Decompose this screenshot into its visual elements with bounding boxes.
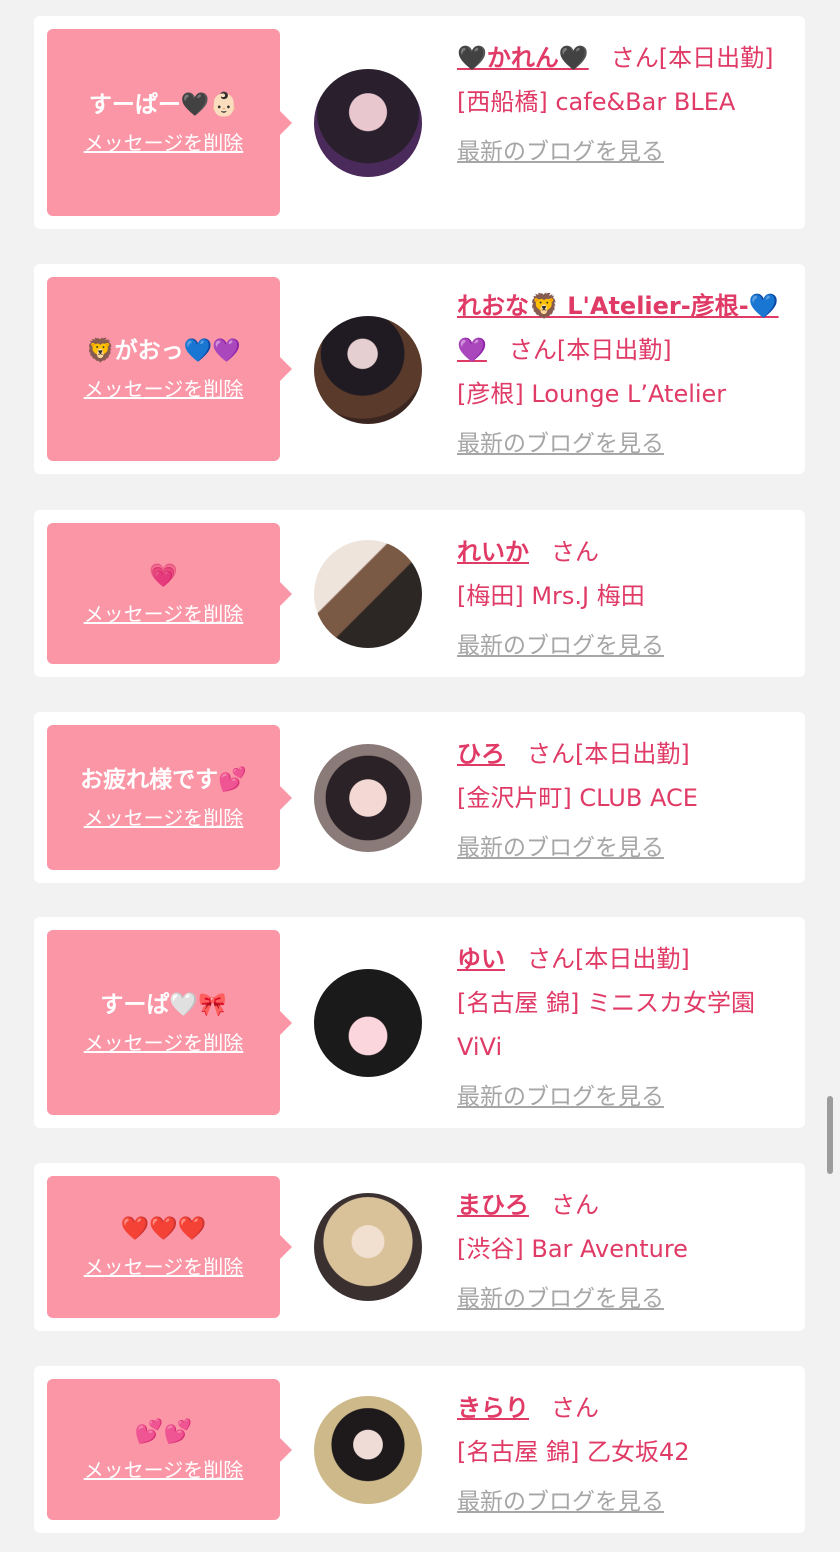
message-bubble: 🦁がおっ💙💜 メッセージを削除	[47, 277, 292, 461]
profile-name-link[interactable]: ひろ	[457, 740, 505, 768]
delete-message-link[interactable]: メッセージを削除	[84, 376, 244, 402]
avatar[interactable]	[314, 1396, 422, 1504]
profile-info: れおな🦁 L'Atelier-彦根-💙💜 さん[本日出勤] [彦根] Lounge…	[457, 284, 791, 465]
shop-name: [名古屋 錦] 乙女坂42	[457, 1438, 690, 1466]
latest-blog-link[interactable]: 最新のブログを見る	[457, 1484, 664, 1520]
profile-info: ひろ さん[本日出勤] [金沢片町] CLUB ACE 最新のブログを見る	[457, 732, 791, 869]
delete-message-link[interactable]: メッセージを削除	[84, 805, 244, 831]
avatar[interactable]	[314, 744, 422, 852]
avatar[interactable]	[314, 540, 422, 648]
list-item: 💗 メッセージを削除 れいか さん [梅田] Mrs.J 梅田 最新のブログを見る	[34, 510, 805, 677]
status-badge: [本日出勤]	[575, 945, 690, 973]
message-bubble: 💗 メッセージを削除	[47, 523, 292, 664]
message-text: お疲れ様です💕	[80, 766, 247, 793]
shop-name: [渋谷] Bar Aventure	[457, 1235, 688, 1263]
avatar[interactable]	[314, 316, 422, 424]
latest-blog-link[interactable]: 最新のブログを見る	[457, 628, 664, 664]
profile-info: まひろ さん [渋谷] Bar Aventure 最新のブログを見る	[457, 1183, 791, 1320]
message-text: すーぱ🤍🎀	[100, 991, 227, 1018]
status-badge: [本日出勤]	[658, 44, 774, 72]
profile-info: 🖤かれん🖤 さん[本日出勤] [西船橋] cafe&Bar BLEA 最新のブログ…	[457, 36, 791, 173]
profile-name-link[interactable]: まひろ	[457, 1191, 529, 1219]
profile-info: ゆい さん[本日出勤] [名古屋 錦] ミニスカ女学園ViVi 最新のブログを見る	[457, 937, 791, 1118]
shop-name: [西船橋] cafe&Bar BLEA	[457, 88, 736, 116]
latest-blog-link[interactable]: 最新のブログを見る	[457, 830, 664, 866]
delete-message-link[interactable]: メッセージを削除	[84, 1254, 244, 1280]
message-bubble: 💕💕 メッセージを削除	[47, 1379, 292, 1520]
avatar[interactable]	[314, 969, 422, 1077]
profile-name-link[interactable]: ゆい	[457, 945, 505, 973]
profile-name-link[interactable]: れいか	[457, 538, 529, 566]
shop-name: [金沢片町] CLUB ACE	[457, 784, 698, 812]
scrollbar[interactable]	[827, 1096, 833, 1174]
latest-blog-link[interactable]: 最新のブログを見る	[457, 134, 664, 170]
shop-name: [名古屋 錦] ミニスカ女学園ViVi	[457, 989, 755, 1061]
message-text: すーぱー🖤👶🏻	[88, 91, 239, 118]
list-item: お疲れ様です💕 メッセージを削除 ひろ さん[本日出勤] [金沢片町] CLUB …	[34, 712, 805, 883]
list-item: すーぱー🖤👶🏻 メッセージを削除 🖤かれん🖤 さん[本日出勤] [西船橋] caf…	[34, 16, 805, 229]
shop-name: [梅田] Mrs.J 梅田	[457, 582, 645, 610]
latest-blog-link[interactable]: 最新のブログを見る	[457, 1079, 664, 1115]
profile-info: れいか さん [梅田] Mrs.J 梅田 最新のブログを見る	[457, 530, 791, 667]
honorific: さん	[527, 740, 575, 768]
profile-name-link[interactable]: 🖤かれん🖤	[457, 44, 589, 72]
latest-blog-link[interactable]: 最新のブログを見る	[457, 426, 664, 462]
avatar[interactable]	[314, 1193, 422, 1301]
honorific: さん	[527, 945, 575, 973]
list-item: すーぱ🤍🎀 メッセージを削除 ゆい さん[本日出勤] [名古屋 錦] ミニスカ女学…	[34, 917, 805, 1128]
delete-message-link[interactable]: メッセージを削除	[84, 130, 244, 156]
profile-name-link[interactable]: きらり	[457, 1394, 529, 1422]
message-text: 🦁がおっ💙💜	[86, 338, 241, 364]
delete-message-link[interactable]: メッセージを削除	[84, 1457, 244, 1483]
list-item: 💕💕 メッセージを削除 きらり さん [名古屋 錦] 乙女坂42 最新のブログを見…	[34, 1366, 805, 1533]
honorific: さん	[551, 1191, 599, 1219]
list-item: ❤️❤️❤️ メッセージを削除 まひろ さん [渋谷] Bar Aventure …	[34, 1163, 805, 1331]
list-item: 🦁がおっ💙💜 メッセージを削除 れおな🦁 L'Atelier-彦根-💙💜 さん[本…	[34, 264, 805, 474]
honorific: さん	[551, 538, 599, 566]
message-bubble: すーぱ🤍🎀 メッセージを削除	[47, 930, 292, 1115]
message-bubble: すーぱー🖤👶🏻 メッセージを削除	[47, 29, 292, 216]
status-badge: [本日出勤]	[556, 336, 672, 364]
message-bubble: ❤️❤️❤️ メッセージを削除	[47, 1176, 292, 1318]
honorific: さん	[551, 1394, 599, 1422]
honorific: さん	[508, 336, 557, 364]
avatar[interactable]	[314, 69, 422, 177]
message-text: 💕💕	[134, 1418, 193, 1445]
latest-blog-link[interactable]: 最新のブログを見る	[457, 1281, 664, 1317]
delete-message-link[interactable]: メッセージを削除	[84, 1030, 244, 1056]
profile-info: きらり さん [名古屋 錦] 乙女坂42 最新のブログを見る	[457, 1386, 791, 1523]
honorific: さん	[610, 44, 659, 72]
message-text: ❤️❤️❤️	[120, 1216, 207, 1242]
status-badge: [本日出勤]	[575, 740, 690, 768]
message-bubble: お疲れ様です💕 メッセージを削除	[47, 725, 292, 870]
message-text: 💗	[149, 562, 178, 589]
delete-message-link[interactable]: メッセージを削除	[84, 601, 244, 627]
shop-name: [彦根] Lounge L’Atelier	[457, 380, 727, 408]
